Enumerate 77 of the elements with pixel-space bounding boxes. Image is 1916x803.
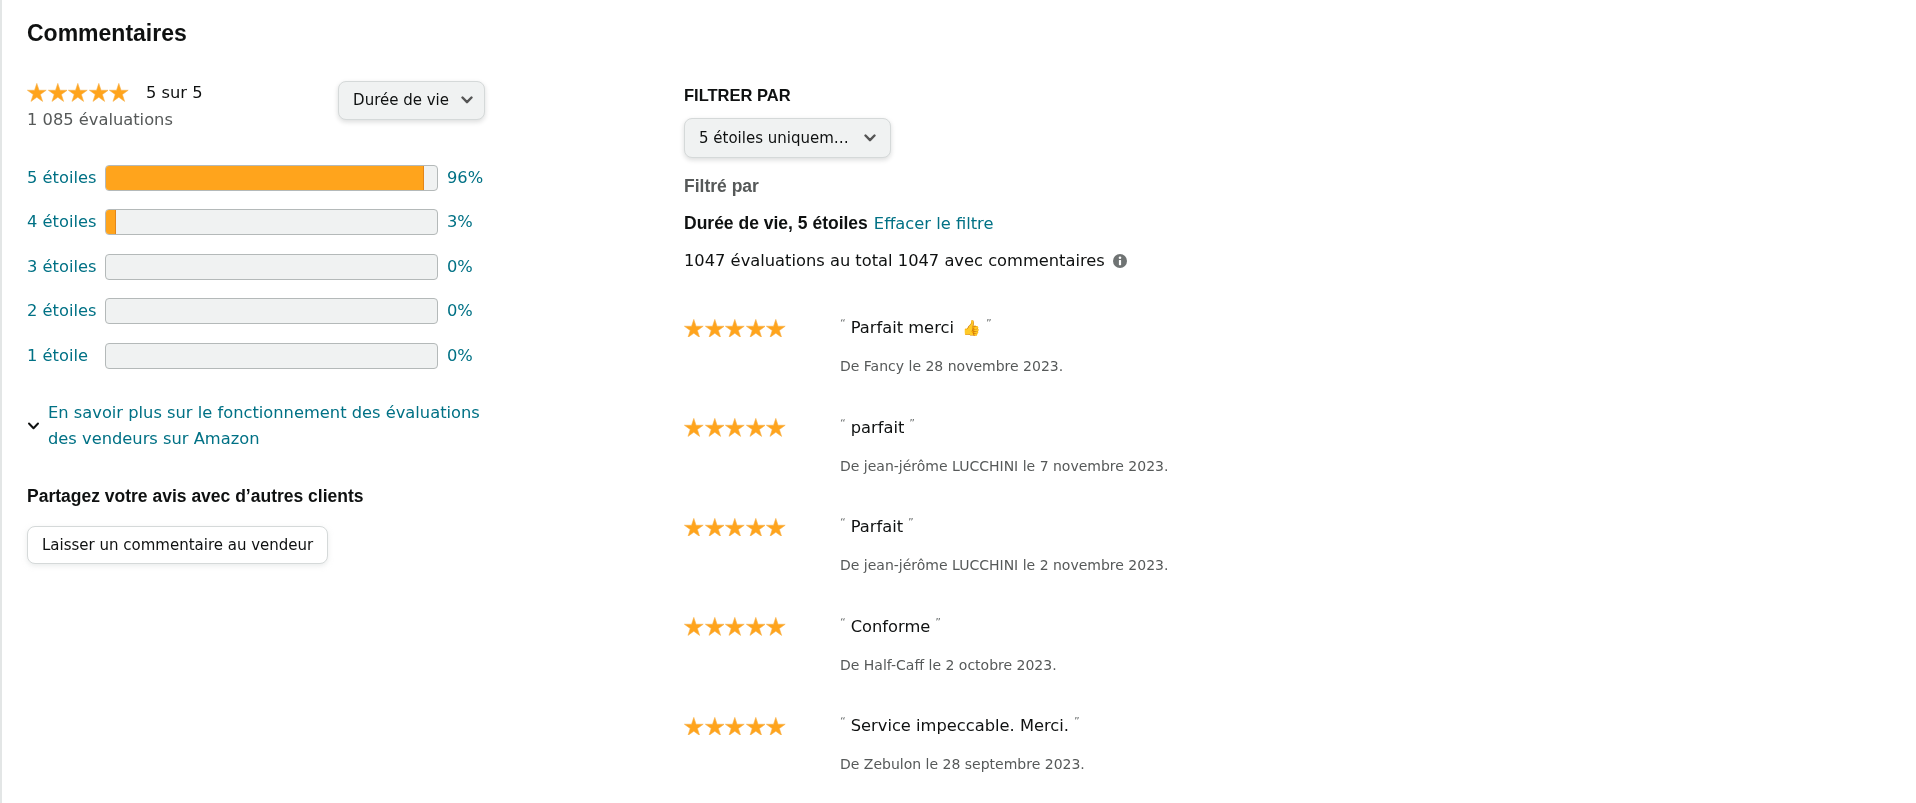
star-icon [725,318,745,338]
quote-mark: “ [840,417,846,430]
star-filter-link[interactable]: 2 étoiles [27,299,97,324]
rating-percent[interactable]: 96% [447,165,484,190]
clear-filter-link[interactable]: Effacer le filtre [873,212,994,236]
star-icon [27,83,47,102]
star-icon [684,418,704,437]
star-icon [745,517,766,537]
star-icon [684,318,704,338]
star-icon [766,318,786,338]
star-filter-dropdown[interactable]: 5 étoiles uniquem… [684,118,891,158]
star-icon [47,83,68,102]
star-icon [704,716,725,736]
rating-percent[interactable]: 3% [447,210,484,235]
star-icon [684,716,704,736]
learn-more-link[interactable]: En savoir plus sur le fonctionnement des évaluations des vendeurs sur Amazon [48,400,493,453]
filtered-label: Filtré par [684,175,759,198]
info-icon[interactable] [1112,253,1127,268]
star-icon [725,418,745,437]
star-icon [745,318,766,338]
star-icon [684,617,704,636]
quote-mark: “ [840,616,846,629]
star-icon [704,517,725,537]
review-title: Service impeccable. Merci. [850,715,1069,737]
star-icon [704,318,725,338]
rating-count: 1 085 évaluations [27,108,173,131]
review-byline: De Fancy le 28 novembre 2023. [840,357,1065,376]
leave-feedback-button[interactable]: Laisser un commentaire au vendeur [27,526,329,565]
rating-percent[interactable]: 0% [447,343,484,368]
review-byline: De jean-jérôme LUCCHINI le 7 novembre 2023. [840,456,1169,476]
star-icon [766,716,786,736]
review-byline: De jean-jérôme LUCCHINI le 2 novembre 2023. [840,556,1169,575]
star-icon [109,83,129,102]
chevron-down-icon [863,134,876,142]
star-icon [704,617,725,636]
star-icon [88,83,109,102]
star-icon [766,617,786,636]
quote-mark: “ [840,517,846,529]
star-icon [684,517,704,537]
quote-mark: ” [908,517,914,529]
star-icon [766,517,786,537]
star-icon [725,617,745,636]
chevron-down-icon [461,96,473,104]
star-filter-link[interactable]: 5 étoiles [27,165,97,190]
star-icon [766,418,786,437]
filter-heading: FILTRER PAR [684,84,791,106]
thumbs-up-icon: 👍 [961,318,981,338]
star-icon [704,418,725,437]
quote-mark: ” [1073,716,1080,728]
star-icon [745,716,766,736]
quote-mark: ” [909,417,916,430]
quote-mark: ” [985,318,992,330]
star-icon [725,517,745,537]
review-title: Parfait [850,516,904,538]
review-byline: De Zebulon le 28 septembre 2023. [840,755,1086,774]
quote-mark: ” [935,616,942,629]
star-icon [745,418,766,437]
star-icon [725,716,745,736]
star-filter-link[interactable]: 3 étoiles [27,254,97,279]
section-heading: Commentaires [27,19,187,47]
star-icon [68,83,88,102]
active-filters: Durée de vie, 5 étoiles [684,212,868,235]
star-filter-link[interactable]: 1 étoile [27,343,97,368]
share-heading: Partagez votre avis avec d’autres clients [27,485,364,509]
review-byline: De Half-Caff le 2 octobre 2023. [840,655,1058,675]
star-filter-link[interactable]: 4 étoiles [27,210,97,235]
average-rating: 5 sur 5 [145,81,203,104]
period-dropdown[interactable]: Durée de vie [338,80,485,120]
quote-mark: “ [840,716,846,728]
rating-percent[interactable]: 0% [447,254,484,279]
quote-mark: “ [840,318,846,330]
rating-percent[interactable]: 0% [447,299,484,324]
review-totals: 1047 évaluations au total 1047 avec commentaires [684,249,1105,272]
review-title: parfait [850,416,905,439]
star-icon [745,617,766,636]
review-title: Parfait merci [850,317,954,339]
review-title: Conforme [850,615,931,638]
